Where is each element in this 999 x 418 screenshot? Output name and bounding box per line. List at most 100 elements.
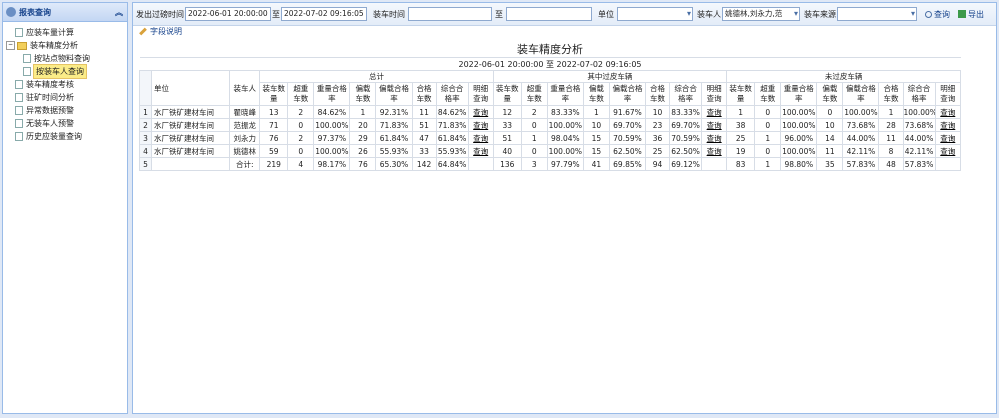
data-cell: 41 bbox=[582, 157, 610, 171]
data-cell: 55.93% bbox=[435, 144, 469, 158]
data-cell: 100.00% bbox=[780, 118, 818, 132]
detail-query-link[interactable]: 查询 bbox=[467, 118, 494, 132]
data-cell: 57.83% bbox=[902, 157, 936, 171]
sub-header-cell: 综合合格率 bbox=[902, 82, 936, 106]
data-cell: 25 bbox=[726, 131, 756, 145]
detail-query-link[interactable]: 查询 bbox=[467, 131, 494, 145]
detail-query-link[interactable]: 查询 bbox=[934, 144, 962, 158]
data-cell: 59 bbox=[259, 144, 289, 158]
detail-query-link[interactable]: 查询 bbox=[467, 105, 494, 119]
data-cell: 1 bbox=[726, 105, 756, 119]
data-cell: 4 bbox=[287, 157, 315, 171]
detail-query-link[interactable]: 查询 bbox=[701, 118, 728, 132]
tree-item-2[interactable]: 按站点物料查询 bbox=[3, 52, 127, 65]
data-cell: 51 bbox=[492, 131, 522, 145]
table-row: 4 水厂铁矿建材车间 姚德林 59 0 100.00% 26 55.93% 33 55.93% 查询… bbox=[138, 144, 962, 158]
data-cell: 100.00% bbox=[313, 118, 351, 132]
loader-cell: 瞿晓峰 bbox=[229, 105, 261, 119]
data-cell: 33 bbox=[411, 144, 437, 158]
tree-item-4[interactable]: 装车精度考核 bbox=[3, 78, 127, 91]
data-cell: 11 bbox=[816, 144, 844, 158]
loader-cell: 合计: bbox=[229, 157, 261, 171]
source-select[interactable] bbox=[837, 7, 917, 21]
data-cell: 73.68% bbox=[902, 118, 936, 132]
document-icon bbox=[15, 132, 23, 141]
data-cell: 15 bbox=[582, 131, 610, 145]
group-passed-header: 其中过皮车辆 bbox=[492, 70, 728, 83]
export-button[interactable]: 导出 bbox=[958, 9, 984, 20]
document-icon bbox=[15, 119, 23, 128]
field-desc-button[interactable]: 字段说明 bbox=[139, 26, 182, 37]
data-cell: 25 bbox=[644, 144, 671, 158]
data-cell: 42.11% bbox=[902, 144, 936, 158]
load-end-input[interactable] bbox=[506, 7, 592, 21]
data-cell: 98.80% bbox=[780, 157, 818, 171]
detail-query-link[interactable]: 查询 bbox=[934, 131, 962, 145]
tree-item-5[interactable]: 驻矿时间分析 bbox=[3, 91, 127, 104]
data-cell: 0 bbox=[520, 118, 548, 132]
rowno-header bbox=[138, 70, 153, 106]
tree-item-6[interactable]: 异常数据预警 bbox=[3, 104, 127, 117]
document-icon bbox=[15, 93, 23, 102]
sub-header-cell: 综合合格率 bbox=[435, 82, 469, 106]
query-button[interactable]: 查询 bbox=[925, 9, 950, 20]
collapse-toggle-icon[interactable]: − bbox=[6, 41, 15, 50]
data-cell: 0 bbox=[287, 118, 315, 132]
search-icon bbox=[925, 10, 932, 18]
detail-query-link[interactable]: 查询 bbox=[467, 144, 494, 158]
data-cell: 69.70% bbox=[669, 118, 703, 132]
sub-header-cell: 明细查询 bbox=[934, 82, 962, 106]
collapse-icon[interactable]: ︽ bbox=[115, 7, 123, 18]
sub-header-cell: 装车数量 bbox=[492, 82, 522, 106]
unit-select[interactable] bbox=[617, 7, 693, 21]
detail-query-link[interactable]: 查询 bbox=[701, 144, 728, 158]
tree-item-0[interactable]: 应装车量计算 bbox=[3, 26, 127, 39]
data-cell: 8 bbox=[878, 144, 904, 158]
loader-select[interactable]: 姚德林,刘永力,范 bbox=[722, 7, 800, 21]
data-cell bbox=[467, 157, 494, 171]
data-cell: 219 bbox=[259, 157, 289, 171]
unit-label: 单位 bbox=[598, 9, 614, 19]
data-cell: 35 bbox=[816, 157, 844, 171]
data-cell: 1 bbox=[754, 131, 782, 145]
data-cell: 98.17% bbox=[313, 157, 351, 171]
detail-query-link[interactable]: 查询 bbox=[934, 105, 962, 119]
detail-query-link[interactable]: 查询 bbox=[934, 118, 962, 132]
nav-tree: 应装车量计算 − 装车精度分析 按站点物料查询 按装车人查询 装车精度考核 驻矿时… bbox=[3, 22, 127, 143]
data-cell: 11 bbox=[878, 131, 904, 145]
row-number-cell: 2 bbox=[138, 118, 153, 132]
sub-header-cell: 超重车数 bbox=[754, 82, 782, 106]
data-cell: 62.50% bbox=[608, 144, 647, 158]
sub-header-cell: 明细查询 bbox=[701, 82, 728, 106]
data-cell: 96.00% bbox=[780, 131, 818, 145]
tree-item-7[interactable]: 无装车人预警 bbox=[3, 117, 127, 130]
data-cell: 28 bbox=[878, 118, 904, 132]
dispatch-start-input[interactable]: 2022-06-01 20:00:00 bbox=[185, 7, 271, 21]
load-start-input[interactable] bbox=[408, 7, 492, 21]
tree-item-8[interactable]: 历史应装量查询 bbox=[3, 130, 127, 143]
data-cell: 20 bbox=[349, 118, 377, 132]
sub-header-cell: 重量合格率 bbox=[313, 82, 351, 106]
load-time-label: 装车时间 bbox=[373, 9, 405, 19]
tree-item-3[interactable]: 按装车人查询 bbox=[3, 64, 127, 79]
sub-header-cell: 重量合格率 bbox=[546, 82, 584, 106]
left-panel-title: 报表查询 bbox=[19, 7, 51, 17]
data-cell: 1 bbox=[754, 157, 782, 171]
table-row: 1 水厂铁矿建材车间 瞿晓峰 13 2 84.62% 1 92.31% 11 84.62% 查询 12… bbox=[138, 105, 962, 119]
row-number-cell: 3 bbox=[138, 131, 153, 145]
report: 装车精度分析 2022-06-01 20:00:00 至 2022-07-02 … bbox=[138, 41, 962, 171]
data-cell: 1 bbox=[582, 105, 610, 119]
detail-query-link[interactable]: 查询 bbox=[701, 131, 728, 145]
tree-item-1[interactable]: − 装车精度分析 bbox=[3, 39, 127, 52]
detail-query-link[interactable]: 查询 bbox=[701, 105, 728, 119]
loader-cell: 范振龙 bbox=[229, 118, 261, 132]
data-cell: 13 bbox=[259, 105, 289, 119]
to-label: 至 bbox=[272, 9, 280, 19]
sub-header-cell: 偏载车数 bbox=[816, 82, 844, 106]
unit-cell bbox=[151, 157, 231, 171]
dispatch-end-input[interactable]: 2022-07-02 09:16:05 bbox=[281, 7, 367, 21]
row-number-cell: 5 bbox=[138, 157, 153, 171]
sub-header-row: 装车数量 超重车数 重量合格率 偏载车数 偏载合格率 合格车数 综合合格率 明细查询 装车数量超… bbox=[140, 82, 962, 106]
data-cell: 14 bbox=[816, 131, 844, 145]
data-cell: 36 bbox=[644, 131, 671, 145]
